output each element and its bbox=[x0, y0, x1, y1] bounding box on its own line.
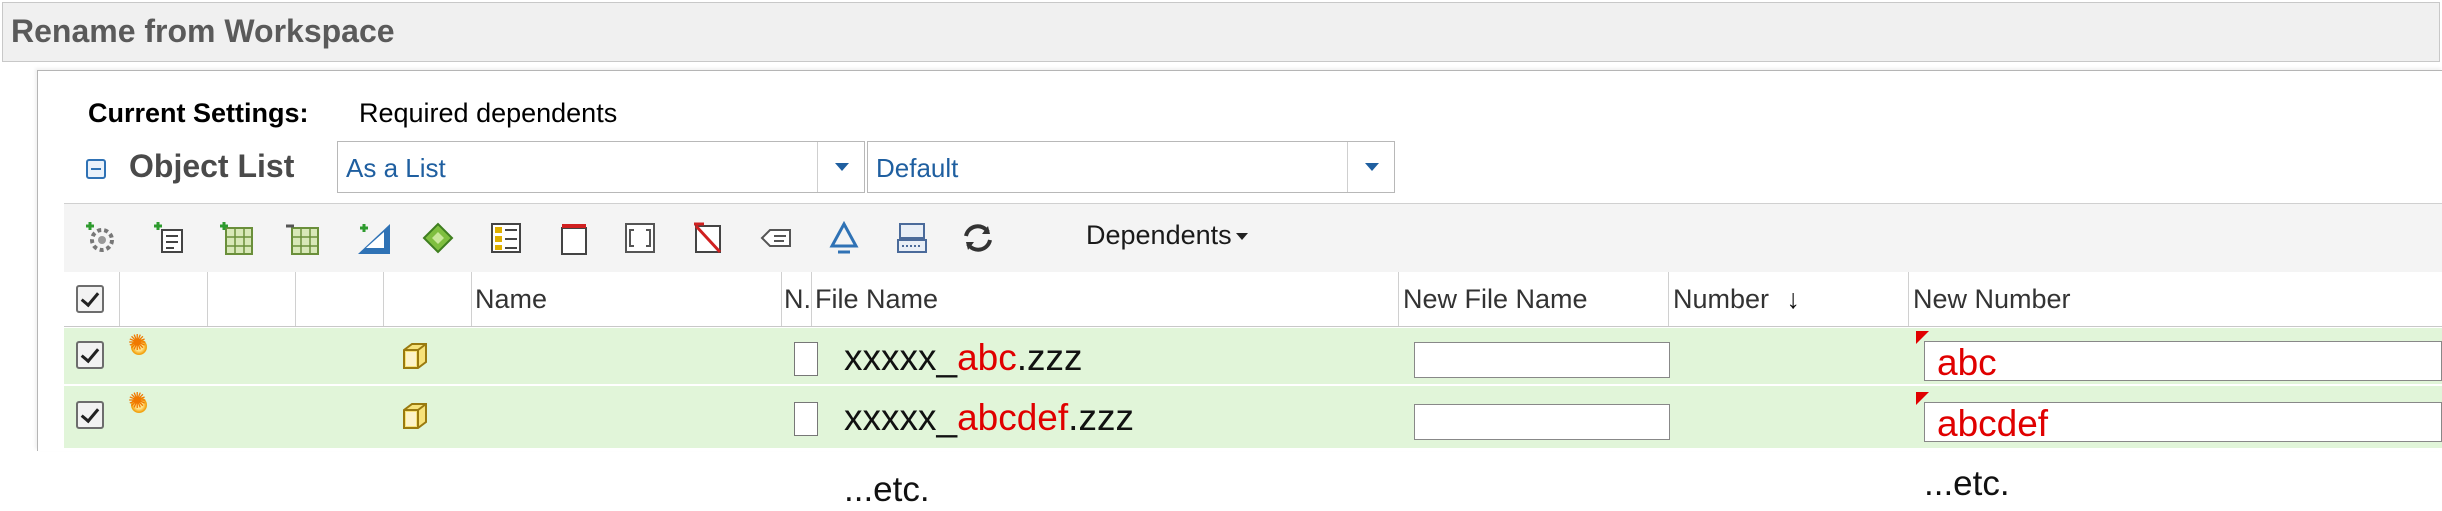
table-row[interactable]: xxxxx_abc.zzz abc bbox=[64, 328, 2442, 384]
pen-measure-icon[interactable] bbox=[354, 218, 394, 258]
new-number-value: abc bbox=[1937, 342, 1997, 383]
view-mode-value: As a List bbox=[346, 153, 446, 183]
new-file-name-input[interactable] bbox=[1414, 342, 1670, 378]
new-number-value: abcdef bbox=[1937, 403, 2049, 444]
column-header-new-number[interactable]: New Number bbox=[1913, 284, 2071, 315]
table-row[interactable]: xxxxx_abcdef.zzz abcdef bbox=[64, 386, 2442, 448]
table-header-row: Name N. File Name New File Name Number ↓… bbox=[64, 272, 2442, 327]
status-star-icon bbox=[128, 332, 148, 356]
add-table-icon[interactable] bbox=[216, 218, 256, 258]
status-star-icon bbox=[128, 390, 148, 414]
red-flag-icon[interactable] bbox=[688, 218, 728, 258]
table-layout-dropdown[interactable]: Default bbox=[867, 141, 1395, 193]
tree-structure-icon[interactable] bbox=[148, 218, 188, 258]
current-settings-label: Current Settings: bbox=[88, 98, 309, 128]
tag-icon[interactable] bbox=[418, 218, 458, 258]
etc-note-new-number: ...etc. bbox=[1924, 464, 2010, 503]
remove-table-icon[interactable] bbox=[282, 218, 322, 258]
part-icon bbox=[398, 400, 430, 432]
file-name: xxxxx_abcdef.zzz bbox=[844, 397, 1134, 438]
collapse-icon[interactable] bbox=[86, 159, 106, 179]
column-header-number-label: Number bbox=[1673, 284, 1770, 314]
dependents-menu-button[interactable]: Dependents bbox=[1086, 220, 1248, 251]
settings-icon[interactable] bbox=[80, 218, 120, 258]
table-view-icon[interactable] bbox=[486, 218, 526, 258]
caret-down-icon bbox=[1235, 233, 1248, 241]
chevron-down-icon[interactable] bbox=[817, 142, 864, 192]
row-checkbox[interactable] bbox=[76, 341, 104, 369]
window-title-bar: Rename from Workspace bbox=[2, 2, 2440, 62]
row-number-cell bbox=[794, 342, 818, 376]
recycle-icon[interactable] bbox=[824, 218, 864, 258]
column-header-file-name[interactable]: File Name bbox=[815, 284, 938, 315]
column-header-number[interactable]: Number ↓ bbox=[1673, 284, 1800, 315]
new-number-input[interactable]: abcdef bbox=[1924, 402, 2442, 444]
column-header-new-file-name[interactable]: New File Name bbox=[1403, 284, 1588, 315]
dependents-label: Dependents bbox=[1086, 220, 1232, 250]
row-checkbox[interactable] bbox=[76, 401, 104, 429]
sort-down-icon: ↓ bbox=[1786, 284, 1801, 314]
table-layout-value: Default bbox=[876, 153, 959, 183]
toolbar: Dependents bbox=[64, 203, 2442, 273]
window-title: Rename from Workspace bbox=[11, 13, 395, 49]
chevron-down-icon[interactable] bbox=[1347, 142, 1394, 192]
new-number-input[interactable]: abc bbox=[1924, 341, 2442, 383]
object-list-label: Object List bbox=[129, 148, 295, 184]
rectangle-icon[interactable] bbox=[554, 218, 594, 258]
file-name: xxxxx_abc.zzz bbox=[844, 337, 1083, 378]
select-all-checkbox[interactable] bbox=[76, 285, 104, 313]
comment-icon[interactable] bbox=[756, 218, 796, 258]
server-icon[interactable] bbox=[892, 218, 932, 258]
column-header-n[interactable]: N. bbox=[784, 284, 811, 315]
current-settings-value: Required dependents bbox=[359, 98, 618, 128]
view-mode-dropdown[interactable]: As a List bbox=[337, 141, 865, 193]
column-header-name[interactable]: Name bbox=[475, 284, 547, 315]
row-number-cell bbox=[794, 402, 818, 436]
part-icon bbox=[398, 340, 430, 372]
bracket-box-icon[interactable] bbox=[620, 218, 660, 258]
etc-note-file-name: ...etc. bbox=[844, 470, 930, 509]
refresh-icon[interactable] bbox=[958, 218, 998, 258]
new-file-name-input[interactable] bbox=[1414, 404, 1670, 440]
